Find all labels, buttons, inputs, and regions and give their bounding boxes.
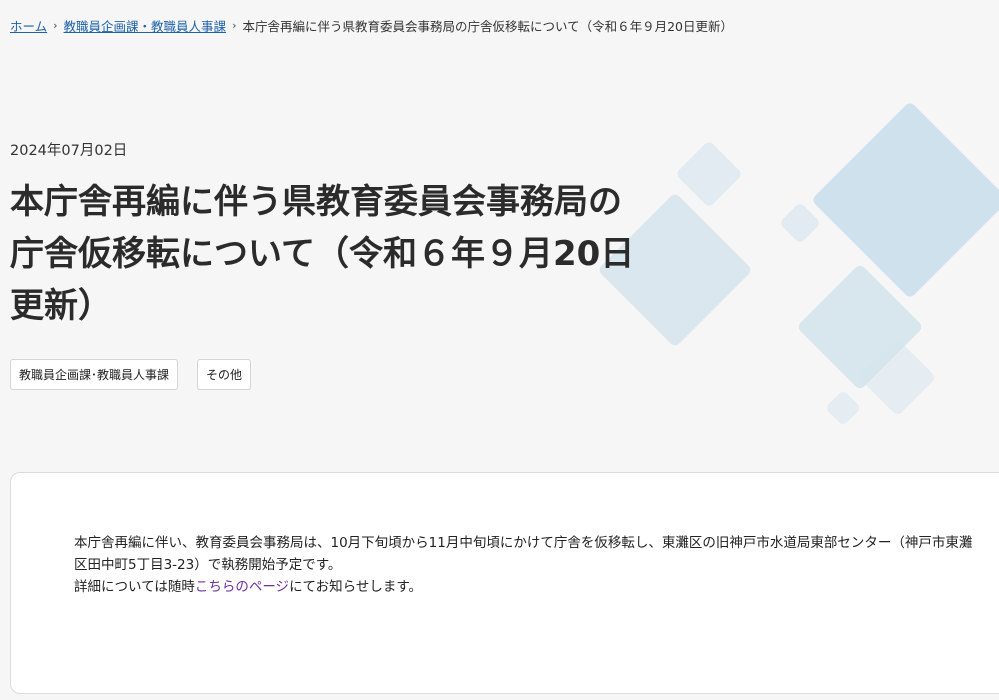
decor-diamond-bottom-small bbox=[824, 389, 862, 427]
tag-department[interactable]: 教職員企画課･教職員人事課 bbox=[10, 359, 179, 390]
chevron-right-icon: › bbox=[232, 19, 237, 32]
content-body: 本庁舎再編に伴い、教育委員会事務局は、10月下旬頃から11月中旬頃にかけて庁舎を… bbox=[74, 532, 974, 598]
page-title-line-1: 本庁舎再編に伴う県教育委員会事務局の bbox=[10, 182, 622, 222]
chevron-right-icon: › bbox=[53, 19, 58, 32]
content-card: 本庁舎再編に伴い、教育委員会事務局は、10月下旬頃から11月中旬頃にかけて庁舎を… bbox=[10, 472, 999, 694]
breadcrumb: ホーム › 教職員企画課・教職員人事課 › 本庁舎再編に伴う県教育委員会事務局の… bbox=[10, 16, 733, 35]
content-paragraph-2: 詳細については随時こちらのページにてお知らせします。 bbox=[74, 576, 974, 598]
paragraph-2-prefix: 詳細については随時 bbox=[74, 579, 195, 595]
breadcrumb-section-link[interactable]: 教職員企画課・教職員人事課 bbox=[64, 16, 227, 35]
tag-other[interactable]: その他 bbox=[197, 359, 252, 390]
page-title-line-3: 更新） bbox=[10, 286, 112, 326]
page-title-line-2: 庁舎仮移転について（令和６年９月20日 bbox=[10, 234, 635, 274]
breadcrumb-current: 本庁舎再編に伴う県教育委員会事務局の庁舎仮移転について（令和６年９月20日更新） bbox=[242, 19, 734, 34]
details-page-link[interactable]: こちらのページ bbox=[195, 579, 289, 595]
breadcrumb-home-link[interactable]: ホーム bbox=[10, 16, 47, 35]
decor-diamond-tiny bbox=[778, 201, 822, 245]
publish-date: 2024年07月02日 bbox=[10, 143, 128, 159]
paragraph-2-suffix: にてお知らせします。 bbox=[289, 579, 423, 595]
content-paragraph-1: 本庁舎再編に伴い、教育委員会事務局は、10月下旬頃から11月中旬頃にかけて庁舎を… bbox=[74, 535, 973, 573]
decor-diamond-large bbox=[811, 101, 999, 299]
page-title: 本庁舎再編に伴う県教育委員会事務局の 庁舎仮移転について（令和６年９月20日 更… bbox=[10, 176, 770, 332]
tag-list: 教職員企画課･教職員人事課 その他 bbox=[10, 359, 252, 390]
